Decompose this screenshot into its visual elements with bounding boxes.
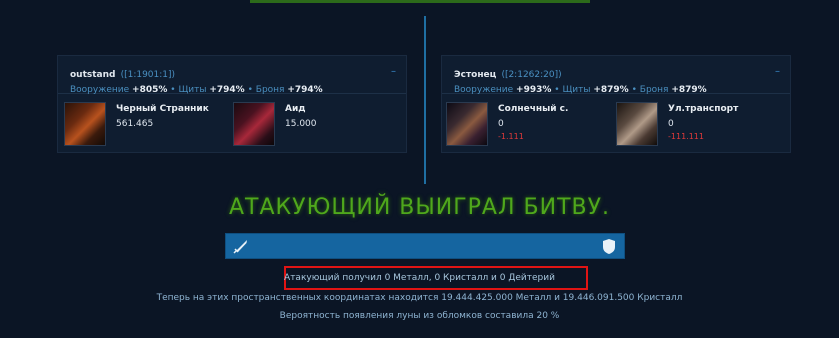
attacker-ships: Черный Странник 561.465 Аид 15.000 <box>58 94 406 152</box>
loot-text: Атакующий получил 0 Металл, 0 Кристалл и… <box>284 273 555 283</box>
sword-icon <box>233 240 247 254</box>
side-divider <box>424 16 426 184</box>
defender-panel: Эстонец ([2:1262:20]) Вооружение +993% •… <box>441 55 791 153</box>
ship-name: Черный Странник <box>116 104 209 114</box>
debris-text: Теперь на этих пространственных координа… <box>156 293 683 303</box>
ship-image <box>616 102 658 146</box>
attacker-name: outstand <box>70 70 116 80</box>
defender-name: Эстонец <box>454 70 497 80</box>
ship-image <box>64 102 106 146</box>
ship-name: Солнечный с. <box>498 104 569 114</box>
battle-balance-bar <box>225 233 625 259</box>
battle-result-title: АТАКУЮЩИЙ ВЫИГРАЛ БИТВУ. <box>229 195 610 220</box>
attacker-panel: outstand ([1:1901:1]) Вооружение +805% •… <box>57 55 407 153</box>
shield-icon <box>603 239 615 254</box>
ship-image <box>233 102 275 146</box>
ship-count: 0 <box>498 119 504 129</box>
ship-count: 561.465 <box>116 119 154 129</box>
moon-chance-text: Вероятность появления луны из обломков с… <box>279 311 560 321</box>
attacker-header: outstand ([1:1901:1]) Вооружение +805% •… <box>58 56 406 95</box>
defender-coords-link[interactable]: ([2:1262:20]) <box>501 70 561 80</box>
minus-icon[interactable]: – <box>775 66 780 77</box>
ship-name: Ул.транспорт <box>668 104 739 114</box>
ship-loss: -111.111 <box>668 132 704 141</box>
ship-loss: -1.111 <box>498 132 524 141</box>
attacker-coords-link[interactable]: ([1:1901:1]) <box>121 70 175 80</box>
ship-image <box>446 102 488 146</box>
ship-name: Аид <box>285 104 306 114</box>
ship-count: 0 <box>668 119 674 129</box>
minus-icon[interactable]: – <box>391 66 396 77</box>
defender-header: Эстонец ([2:1262:20]) Вооружение +993% •… <box>442 56 790 95</box>
ship-count: 15.000 <box>285 119 317 129</box>
top-accent-bar <box>250 0 590 3</box>
defender-ships: Солнечный с. 0 -1.111 Ул.транспорт 0 -11… <box>442 94 790 152</box>
